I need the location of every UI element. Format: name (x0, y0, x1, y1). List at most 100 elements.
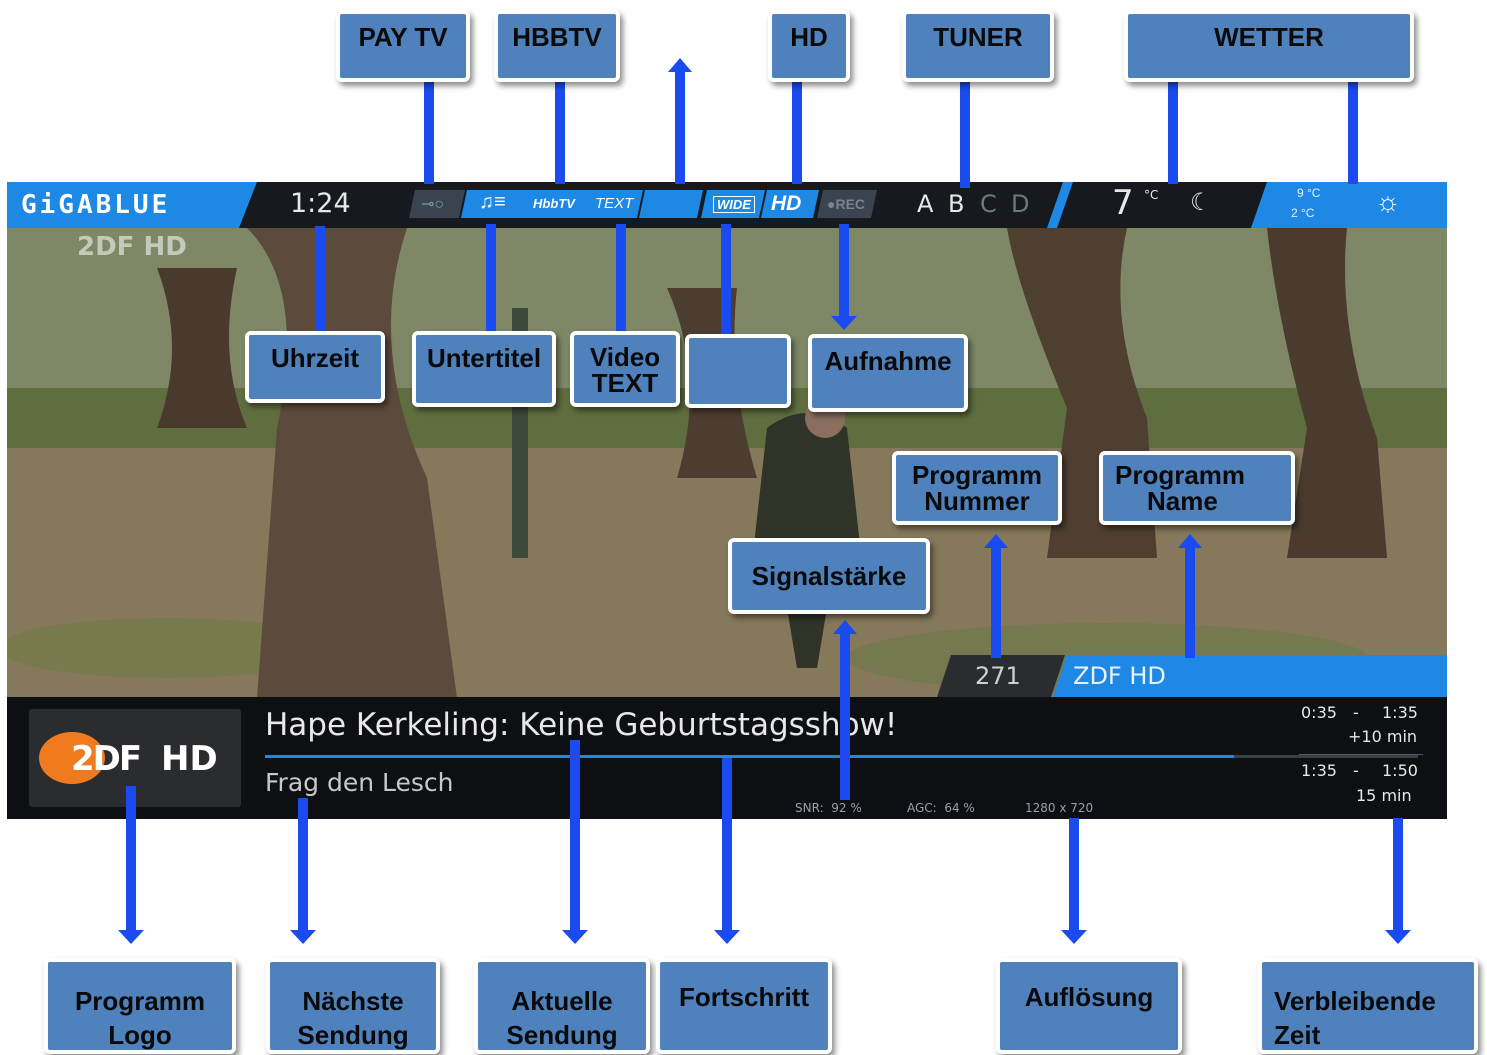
arrowhead-aufloesung (1061, 930, 1087, 944)
sun-icon: ☼ (1375, 186, 1401, 217)
callout-programm-logo-line2: Logo (108, 1020, 172, 1050)
top-status-bar: GiGABLUE 1:24 ⊸○ ♫≡ HbbTV TEXT WIDE HD ●… (7, 182, 1447, 228)
widescreen-icon: WIDE (713, 196, 755, 213)
gigablue-logo: GiGABLUE (21, 190, 171, 220)
tuner-a: A (917, 190, 934, 218)
agc-value: AGC: 64 % (907, 801, 975, 815)
arrow-hbbtv (555, 80, 565, 184)
arrowhead-programm-logo (118, 930, 144, 944)
callout-aufloesung-text: Auflösung (1024, 982, 1154, 1012)
next-end-time: 1:50 (1382, 761, 1418, 780)
current-extra-time: +10 min (1348, 727, 1418, 746)
callout-naechste-sendung: Nächste Sendung (266, 958, 440, 1054)
callout-uhrzeit: Uhrzeit (245, 331, 385, 403)
arrow-aufloesung (1069, 818, 1079, 932)
callout-untertitel: Untertitel (412, 331, 556, 407)
callout-uhrzeit-text: Uhrzeit (270, 343, 360, 373)
arrowhead-verbleibende (1385, 930, 1411, 944)
arrow-tuner (960, 80, 970, 188)
channel-bar: 271 ZDF HD (937, 655, 1447, 697)
callout-naechste-line2: Sendung (297, 1020, 409, 1050)
callout-aktuelle-line1: Aktuelle (511, 986, 613, 1016)
arrow-videotext (616, 224, 626, 336)
forecast-high: 9 °C (1297, 186, 1321, 200)
record-icon: ●REC (827, 196, 866, 212)
arrowhead-aktuelle (562, 930, 588, 944)
arrow-blank-top (675, 70, 685, 184)
channel-number: 271 (975, 662, 1021, 690)
teletext-icon: TEXT (595, 195, 634, 212)
callout-aufnahme-text: Aufnahme (824, 346, 952, 376)
callout-hd: HD (768, 10, 850, 82)
callout-untertitel-text: Untertitel (426, 343, 542, 373)
callout-signalstaerke-text: Signalstärke (751, 561, 907, 591)
arrow-hd (792, 80, 802, 184)
channel-watermark: 2DF HD (77, 232, 187, 262)
arrowhead-programm-name (1178, 534, 1202, 548)
callout-blank (685, 334, 791, 408)
callout-wetter-text: WETTER (1214, 22, 1324, 52)
callout-aktuelle-line2: Sendung (506, 1020, 618, 1050)
callout-hbbtv-text: HBBTV (512, 22, 602, 52)
forecast-low: 2 °C (1291, 206, 1315, 220)
arrowhead-aufnahme (831, 316, 857, 330)
callout-aktuelle-sendung: Aktuelle Sendung (474, 958, 650, 1054)
callout-verbleibende-zeit: Verbleibende Zeit (1258, 958, 1478, 1054)
arrow-blank (721, 224, 731, 336)
remaining-time: 15 min (1356, 786, 1412, 805)
status-icon-strip: ⊸○ ♫≡ HbbTV TEXT WIDE HD ●REC (407, 190, 877, 218)
arrow-wetter-1 (1168, 80, 1178, 184)
callout-aufloesung: Auflösung (996, 958, 1182, 1054)
logo-hd-text: HD (161, 739, 218, 779)
callout-aufnahme: Aufnahme (808, 334, 968, 412)
callout-pay-tv-text: PAY TV (358, 22, 448, 52)
arrow-aktuelle (570, 740, 580, 932)
callout-fortschritt-text: Fortschritt (679, 982, 809, 1012)
tuner-c: C (980, 190, 997, 218)
callout-programm-name: Programm Name (1099, 451, 1295, 525)
forecast-panel (1251, 182, 1447, 228)
arrowhead-fortschritt (714, 930, 740, 944)
tuner-d: D (1011, 190, 1030, 218)
arrowhead-blank-top (668, 58, 692, 72)
next-dash: - (1353, 761, 1359, 780)
current-temperature: 7 (1112, 183, 1134, 223)
current-show-title: Hape Kerkeling: Keine Geburtstagsshow! (265, 707, 898, 743)
arrow-programm-nummer (991, 546, 1001, 658)
arrowhead-naechste (290, 930, 316, 944)
clock: 1:24 (290, 188, 351, 219)
callout-programm-nummer-line1: Programm (911, 460, 1043, 490)
hbbtv-icon: HbbTV (533, 196, 575, 211)
callout-videotext-line2: TEXT (591, 368, 659, 398)
callout-hd-text: HD (790, 22, 828, 52)
current-dash: - (1353, 703, 1359, 722)
resolution-value: 1280 x 720 (1025, 801, 1094, 815)
logo-zdf-text: 2DF (71, 739, 142, 779)
tuner-indicator: A B C D (917, 190, 1047, 220)
next-start-time: 1:35 (1301, 761, 1337, 780)
arrow-untertitel (486, 224, 496, 336)
arrow-pay-tv (424, 80, 434, 184)
next-show-title: Frag den Lesch (265, 768, 454, 797)
callout-verbleibende-line2: Zeit (1274, 1020, 1321, 1050)
callout-videotext-line1: Video (589, 342, 661, 372)
callout-programm-name-line2: Name (1147, 486, 1218, 516)
callout-signalstaerke: Signalstärke (728, 538, 930, 614)
callout-wetter: WETTER (1124, 10, 1414, 82)
current-start-time: 0:35 (1301, 703, 1337, 722)
arrow-wetter-2 (1348, 80, 1358, 184)
moon-icon: ☾ (1190, 189, 1212, 216)
callout-programm-name-line1: Programm (1115, 460, 1246, 490)
progress-fill (265, 755, 1234, 758)
arrow-signal (840, 632, 850, 800)
current-end-time: 1:35 (1382, 703, 1418, 722)
callout-tuner: TUNER (902, 10, 1054, 82)
arrow-programm-name (1185, 546, 1195, 658)
callout-naechste-line1: Nächste (302, 986, 404, 1016)
channel-name: ZDF HD (1073, 662, 1166, 690)
callout-programm-logo-line1: Programm (74, 986, 206, 1016)
snr-value: SNR: 92 % (795, 801, 862, 815)
callout-fortschritt: Fortschritt (656, 958, 832, 1054)
hd-icon: HD (771, 192, 802, 215)
callout-hbbtv: HBBTV (494, 10, 620, 82)
